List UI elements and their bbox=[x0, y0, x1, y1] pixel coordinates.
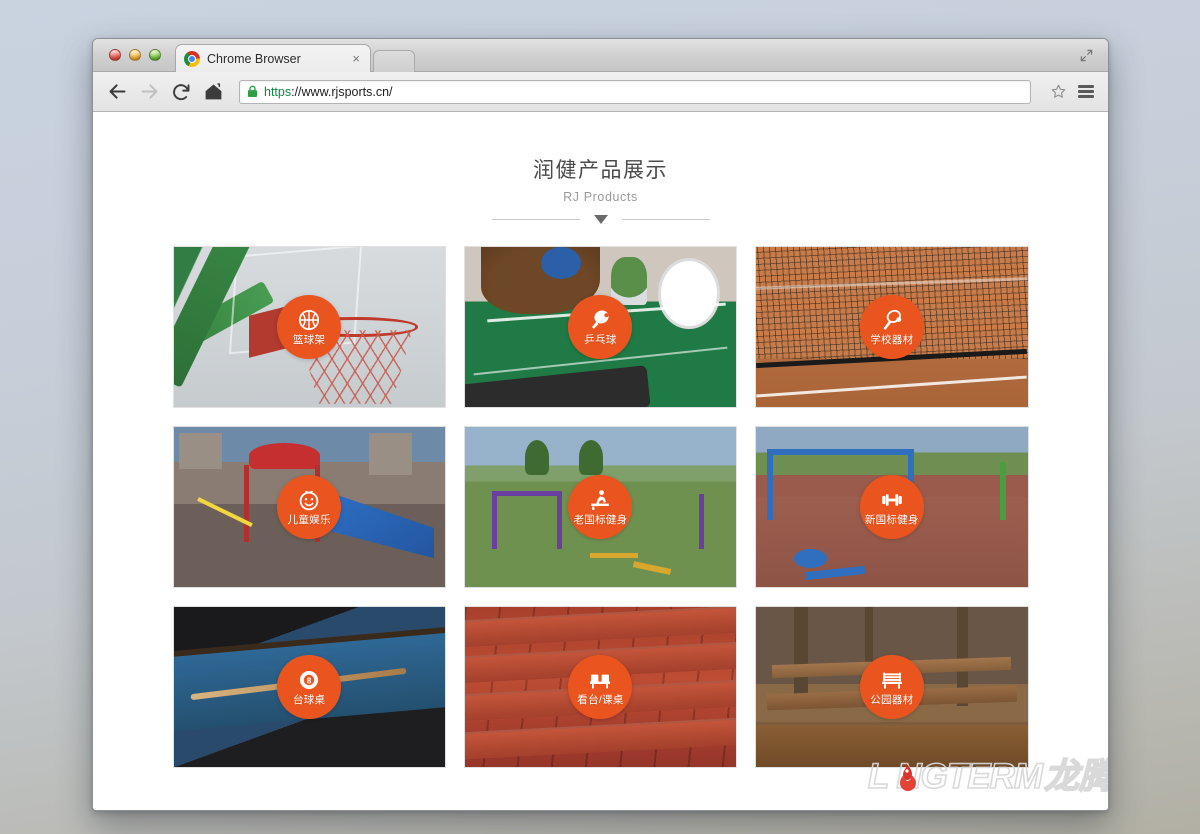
lock-icon bbox=[247, 85, 258, 98]
divider-line-left bbox=[492, 219, 580, 220]
back-arrow-icon[interactable] bbox=[107, 81, 128, 102]
zoom-window-button[interactable] bbox=[149, 49, 161, 61]
product-card[interactable]: 新国标健身 bbox=[755, 426, 1028, 588]
product-card[interactable]: 学校器材 bbox=[755, 246, 1028, 408]
product-label: 新国标健身 bbox=[865, 515, 919, 526]
product-badge[interactable]: 篮球架 bbox=[277, 295, 341, 359]
product-label: 儿童娱乐 bbox=[288, 515, 331, 526]
browser-tab[interactable]: Chrome Browser × bbox=[175, 44, 371, 72]
window-controls bbox=[109, 49, 161, 61]
url-text: https://www.rjsports.cn/ bbox=[264, 85, 393, 99]
product-badge[interactable]: 乒乓球 bbox=[568, 295, 632, 359]
product-card[interactable]: 儿童娱乐 bbox=[173, 426, 446, 588]
flame-icon bbox=[895, 762, 917, 792]
forward-arrow-icon[interactable] bbox=[139, 81, 160, 102]
product-card[interactable]: 8 台球桌 bbox=[173, 606, 446, 768]
product-label: 看台/课桌 bbox=[577, 695, 623, 706]
person-exercise-icon bbox=[587, 488, 613, 512]
product-badge[interactable]: 看台/课桌 bbox=[568, 655, 632, 719]
page-header: 润健产品展示 RJ Products bbox=[93, 112, 1108, 224]
product-label: 篮球架 bbox=[293, 335, 325, 346]
product-badge[interactable]: 学校器材 bbox=[860, 295, 924, 359]
browser-titlebar: Chrome Browser × bbox=[93, 39, 1108, 72]
dumbbell-icon bbox=[879, 488, 905, 512]
product-card[interactable]: 看台/课桌 bbox=[464, 606, 737, 768]
basketball-icon bbox=[296, 308, 322, 332]
product-label: 台球桌 bbox=[293, 695, 325, 706]
page-title: 润健产品展示 bbox=[93, 154, 1108, 184]
product-badge[interactable]: 8 台球桌 bbox=[277, 655, 341, 719]
home-icon[interactable] bbox=[203, 81, 224, 102]
stadium-seat-icon bbox=[587, 668, 613, 692]
address-bar[interactable]: https://www.rjsports.cn/ bbox=[239, 80, 1031, 104]
svg-text:8: 8 bbox=[307, 677, 312, 686]
product-grid: 篮球架 乒乓球 bbox=[173, 246, 1029, 768]
product-badge[interactable]: 老国标健身 bbox=[568, 475, 632, 539]
close-window-button[interactable] bbox=[109, 49, 121, 61]
product-badge[interactable]: 新国标健身 bbox=[860, 475, 924, 539]
product-card[interactable]: 乒乓球 bbox=[464, 246, 737, 408]
watermark-logo: L NGTERM 龙腾 bbox=[868, 759, 1108, 794]
eight-ball-icon: 8 bbox=[296, 668, 322, 692]
star-icon[interactable] bbox=[1050, 83, 1067, 100]
product-card[interactable]: 老国标健身 bbox=[464, 426, 737, 588]
reload-icon[interactable] bbox=[171, 81, 192, 102]
hamburger-menu-icon[interactable] bbox=[1078, 82, 1094, 100]
divider-line-right bbox=[622, 219, 710, 220]
pingpong-paddle-icon bbox=[587, 308, 613, 332]
browser-window: Chrome Browser × https://www.r bbox=[92, 38, 1109, 811]
product-card[interactable]: 篮球架 bbox=[173, 246, 446, 408]
child-face-icon bbox=[296, 488, 322, 512]
url-host-path: ://www.rjsports.cn/ bbox=[291, 85, 392, 99]
product-label: 公园器材 bbox=[870, 695, 913, 706]
page-viewport: 润健产品展示 RJ Products 篮球架 bbox=[93, 112, 1108, 810]
tab-title: Chrome Browser bbox=[207, 52, 350, 66]
header-divider bbox=[451, 215, 751, 224]
product-label: 老国标健身 bbox=[573, 515, 627, 526]
watermark-chinese-text: 龙腾 bbox=[1044, 759, 1108, 794]
product-badge[interactable]: 公园器材 bbox=[860, 655, 924, 719]
minimize-window-button[interactable] bbox=[129, 49, 141, 61]
browser-toolbar: https://www.rjsports.cn/ bbox=[93, 72, 1108, 112]
product-badge[interactable]: 儿童娱乐 bbox=[277, 475, 341, 539]
page-subtitle: RJ Products bbox=[93, 190, 1108, 204]
chevron-down-icon bbox=[594, 215, 608, 224]
maximize-icon[interactable] bbox=[1079, 48, 1094, 63]
new-tab-button[interactable] bbox=[373, 50, 415, 72]
product-label: 学校器材 bbox=[870, 335, 913, 346]
close-icon[interactable]: × bbox=[350, 52, 362, 65]
tennis-racket-icon bbox=[879, 308, 905, 332]
url-scheme: https bbox=[264, 85, 291, 99]
chrome-logo-icon bbox=[184, 51, 200, 67]
product-card[interactable]: 公园器材 bbox=[755, 606, 1028, 768]
product-label: 乒乓球 bbox=[584, 335, 616, 346]
park-bench-icon bbox=[879, 668, 905, 692]
